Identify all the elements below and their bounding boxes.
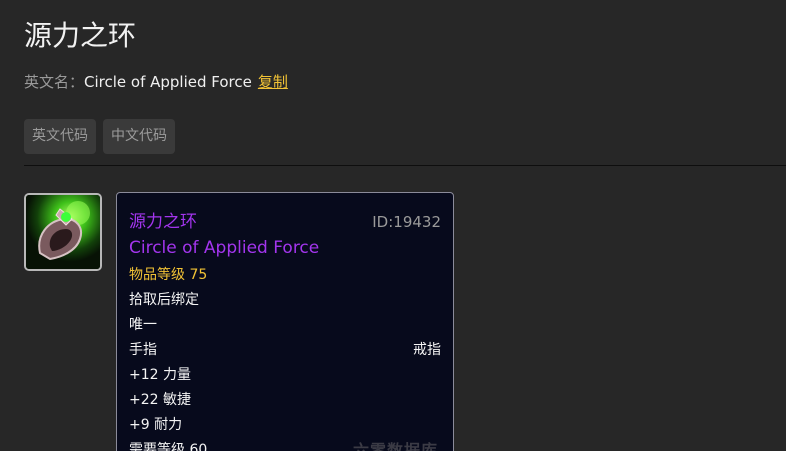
page-title: 源力之环 [24,19,137,52]
stat-strength: +12 力量 [129,367,191,383]
page: 源力之环 英文名：Circle of Applied Force 复制 英文代码 … [0,0,786,451]
divider [24,165,786,166]
stat-stamina: +9 耐力 [129,417,183,433]
stat-agility: +22 敏捷 [129,392,191,408]
english-name-value: Circle of Applied Force [84,73,252,91]
english-name-row: 英文名：Circle of Applied Force 复制 [24,72,288,92]
english-code-button[interactable]: 英文代码 [24,119,96,154]
item-type: 戒指 [413,342,441,358]
item-name-en: Circle of Applied Force [129,238,320,258]
item-slot: 手指 [129,342,157,358]
item-slot-row: 手指 戒指 [129,338,441,363]
watermark: 六零数据库 [353,441,439,451]
item-unique: 唯一 [129,317,157,333]
english-name-label: 英文名： [24,73,85,91]
chinese-code-button[interactable]: 中文代码 [103,119,175,154]
item-level: 物品等级 75 [129,267,208,283]
code-button-group: 英文代码 中文代码 [24,119,175,154]
copy-link[interactable]: 复制 [258,73,288,91]
ring-icon[interactable] [24,193,102,271]
item-tooltip: 源力之环 ID:19432 Circle of Applied Force 物品… [116,192,454,451]
item-id: ID:19432 [372,213,441,231]
tooltip-header: 源力之环 ID:19432 [129,207,441,233]
ring-icon-graphic [26,195,100,269]
item-name-cn: 源力之环 [129,212,197,232]
item-bind: 拾取后绑定 [129,292,199,308]
